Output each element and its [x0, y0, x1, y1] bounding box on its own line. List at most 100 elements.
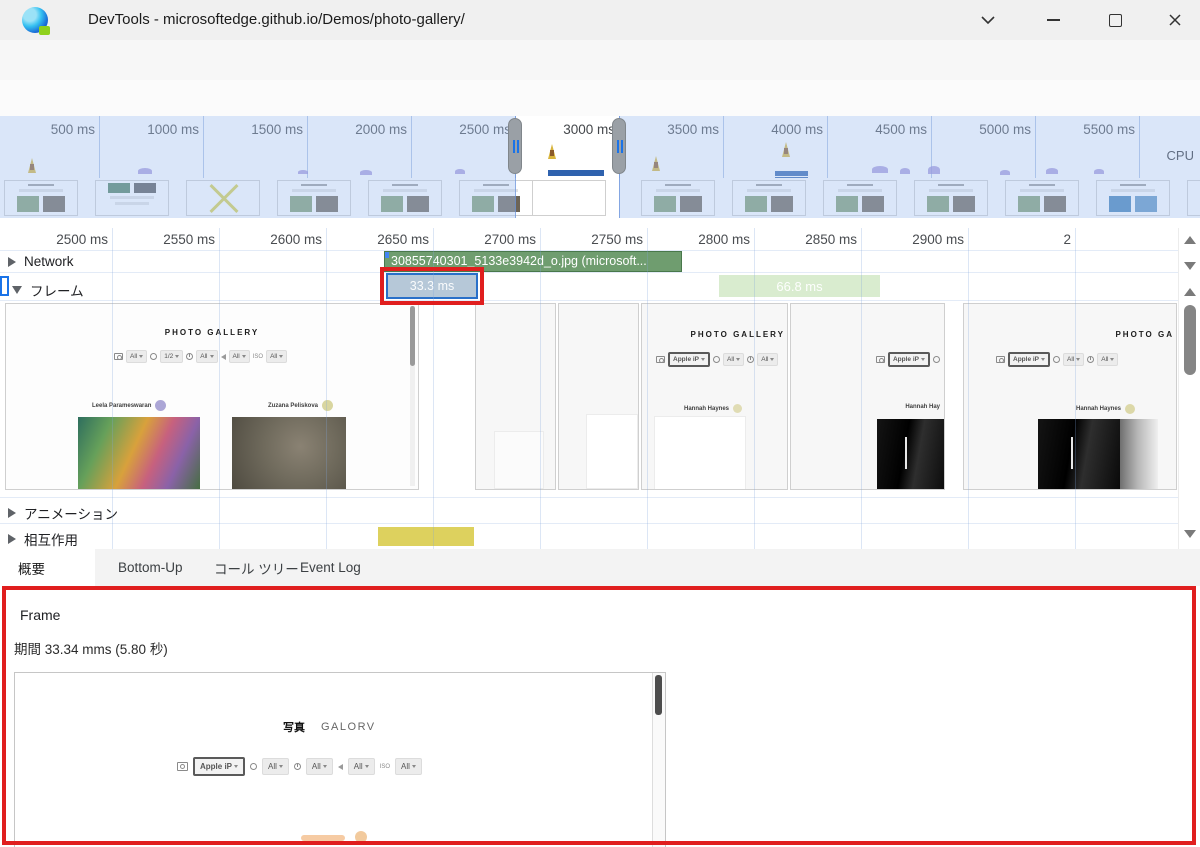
frame-chip-next[interactable]: 66.8 ms [719, 275, 880, 297]
frame-chip-selected[interactable]: 33.3 ms [386, 273, 478, 299]
frame-screenshot-card[interactable]: PHOTO GALLERY Apple iP All All Hannah Ha… [641, 303, 788, 490]
filmstrip-thumbnail[interactable] [1005, 180, 1079, 216]
selection-handle-right[interactable] [612, 118, 626, 174]
preview-avatar-dot [355, 831, 367, 843]
summary-pane: Frame 期間 33.34 mms (5.80 秒) 写真 GALORV Ap… [0, 586, 1200, 847]
cpu-bump [928, 166, 940, 174]
detail-tick-label: 2750 ms [559, 232, 643, 247]
window-close-button[interactable] [1152, 0, 1198, 40]
cpu-bump [1046, 168, 1058, 174]
preview-photo-label: 写真 [283, 719, 305, 735]
detail-tick-label: 2800 ms [666, 232, 750, 247]
frames-section-header[interactable]: フレーム [12, 280, 84, 300]
row-divider [0, 272, 1178, 273]
mini-page-title: PHOTO GALLERY [691, 330, 785, 339]
duration-label: 期間 [14, 642, 41, 657]
filmstrip-thumbnail[interactable] [732, 180, 806, 216]
window-maximize-button[interactable] [1092, 0, 1138, 40]
frame-screenshot-card[interactable] [475, 303, 556, 490]
filmstrip-thumbnail[interactable] [1187, 180, 1200, 216]
overview-tick-label: 3000 ms [533, 122, 615, 137]
gallery-photo-blur [1120, 419, 1158, 490]
overview-gridline [307, 116, 308, 178]
scroll-up-icon[interactable] [1184, 236, 1196, 244]
avatar-dot [322, 400, 333, 411]
selection-handle-left[interactable] [508, 118, 522, 174]
overview-tick-label: 2000 ms [325, 122, 407, 137]
flash-icon [338, 764, 343, 770]
overview-gridline [723, 116, 724, 178]
overview-tick-label: 3500 ms [637, 122, 719, 137]
frame-screenshot-card[interactable]: PHOTO GALLERY All 1/2 All All ISO All Le… [5, 303, 419, 490]
aperture-icon [150, 353, 157, 360]
preview-scrollbar [652, 673, 665, 847]
filmstrip-thumbnail[interactable] [1096, 180, 1170, 216]
tab-bottom-up-label: Bottom-Up [118, 560, 183, 575]
filmstrip-thumbnail[interactable] [532, 180, 606, 216]
loading-photo-block [654, 416, 746, 490]
scroll-down-icon[interactable] [1184, 262, 1196, 270]
edge-devtools-logo-icon [22, 7, 48, 33]
scroll-up-icon[interactable] [1184, 288, 1196, 296]
overview-gridline [203, 116, 204, 178]
tab-bottom-up[interactable]: Bottom-Up [100, 549, 201, 586]
cpu-spike [548, 144, 556, 159]
frame-screenshot-card[interactable]: Apple iP Hannah Hay [790, 303, 945, 490]
interactions-section-label: 相互作用 [24, 529, 78, 549]
overview-tick-label: 4000 ms [741, 122, 823, 137]
detail-scrollbar[interactable] [1178, 228, 1200, 549]
avatar-dot [1125, 404, 1135, 414]
tab-summary[interactable]: 概要 [0, 549, 95, 586]
summary-title: Frame [20, 607, 60, 623]
net-bar [775, 171, 808, 176]
tab-event-log[interactable]: Event Log [282, 549, 379, 586]
detail-tick-label: 2700 ms [452, 232, 536, 247]
flash-icon [221, 354, 226, 360]
photo-credit: Hannah Hay [905, 404, 940, 410]
camera-icon [177, 762, 188, 771]
interaction-bar[interactable] [378, 527, 474, 546]
overview-tick-label: 500 ms [13, 122, 95, 137]
frame-screenshot-card[interactable] [558, 303, 639, 490]
filmstrip-thumbnail[interactable] [277, 180, 351, 216]
screenshot-filmstrip [0, 178, 1200, 219]
filmstrip-thumbnail[interactable] [914, 180, 988, 216]
window-minimize-button[interactable] [1030, 0, 1076, 40]
filmstrip-thumbnail[interactable] [95, 180, 169, 216]
mini-filter-row: All 1/2 All All ISO All [114, 350, 287, 363]
overview-tick-label: 1000 ms [117, 122, 199, 137]
timeline-detail-pane: 2500 ms2550 ms2600 ms2650 ms2700 ms2750 … [0, 218, 1200, 549]
photo-credit: Hannah Haynes [1076, 404, 1135, 414]
photo-credit: Leela Parameswaran [92, 400, 166, 411]
preview-partial-text [301, 835, 345, 841]
overview-tick-label: 5500 ms [1053, 122, 1135, 137]
camera-icon [114, 353, 123, 360]
filmstrip-thumbnail[interactable] [459, 180, 533, 216]
animations-section-header[interactable]: アニメーション [8, 503, 118, 523]
mini-page-title: PHOTO GALLERY [6, 328, 418, 337]
network-request-bar[interactable]: 30855740301_5133e3942d_o.jpg (microsoft.… [384, 251, 682, 272]
scroll-down-icon[interactable] [1184, 530, 1196, 538]
filmstrip-thumbnail[interactable] [368, 180, 442, 216]
frame-screenshot-card[interactable]: PHOTO GA Apple iP All All Hannah Haynes [963, 303, 1177, 490]
animations-section-label: アニメーション [24, 503, 118, 523]
aperture-icon [933, 356, 940, 363]
timeline-overview[interactable]: 500 ms1000 ms1500 ms2000 ms2500 ms3000 m… [0, 116, 1200, 178]
shutter-icon [1087, 356, 1094, 363]
interactions-section-header[interactable]: 相互作用 [8, 529, 78, 549]
detail-tick-label: 2500 ms [24, 232, 108, 247]
overview-gridline [99, 116, 100, 178]
network-section-label: Network [24, 254, 74, 269]
filmstrip-thumbnail[interactable] [186, 180, 260, 216]
overview-gridline [411, 116, 412, 178]
network-section-header[interactable]: Network [8, 254, 74, 269]
net-bar [548, 170, 604, 176]
filmstrip-thumbnail[interactable] [823, 180, 897, 216]
row-divider [0, 497, 1178, 498]
detail-tick-label: 2 [987, 232, 1071, 247]
filmstrip-thumbnail[interactable] [641, 180, 715, 216]
filmstrip-thumbnail[interactable] [4, 180, 78, 216]
window-chevron-button[interactable] [965, 0, 1011, 40]
tab-summary-label: 概要 [18, 558, 45, 578]
scrollbar-thumb[interactable] [1184, 305, 1196, 375]
